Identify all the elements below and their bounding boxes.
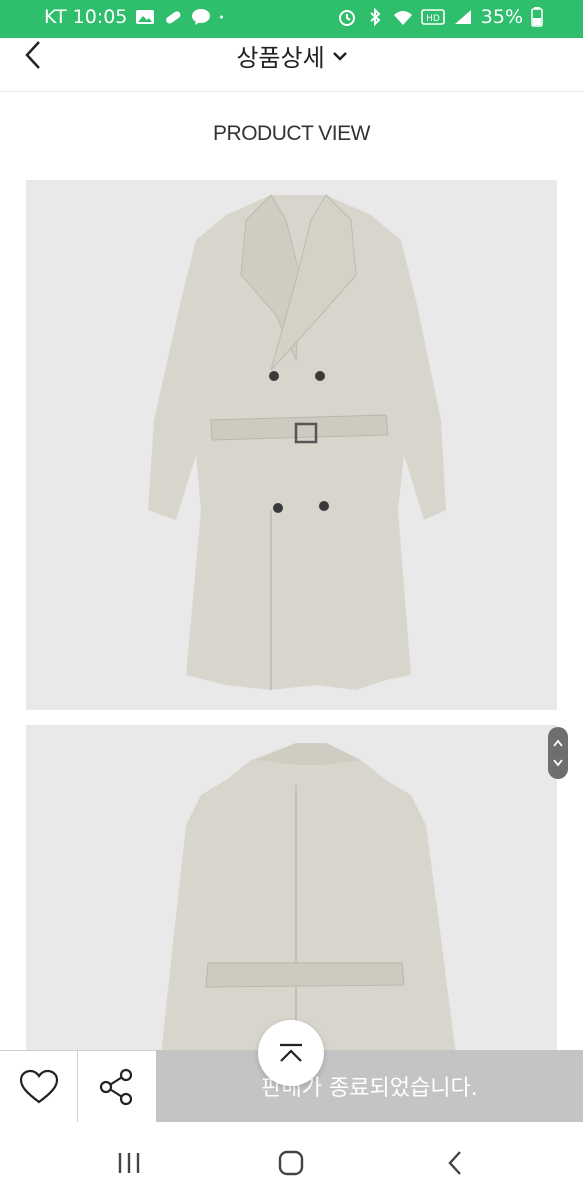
scroll-to-top-button[interactable] (258, 1020, 324, 1086)
system-back-button[interactable] (440, 1148, 470, 1178)
battery-percent: 35% (480, 6, 523, 28)
recents-icon (118, 1153, 140, 1173)
scroll-down-icon (553, 759, 563, 767)
status-bar: KT 10:05 HD 35% (0, 0, 583, 38)
chevron-up-icon (280, 1043, 302, 1062)
kakaotalk-icon (192, 9, 211, 25)
section-label: PRODUCT VIEW (213, 122, 370, 145)
signal-icon (454, 10, 471, 24)
scroll-indicator[interactable] (548, 727, 568, 779)
share-button[interactable] (78, 1050, 156, 1122)
recents-button[interactable] (114, 1148, 144, 1178)
pill-icon (166, 11, 181, 24)
coat-back-image (26, 725, 557, 1055)
wifi-icon (393, 11, 412, 25)
dot-icon (220, 15, 224, 19)
home-icon (278, 1150, 304, 1176)
svg-text:HD: HD (426, 14, 440, 24)
share-icon (99, 1068, 133, 1105)
page-title[interactable]: 상품상세 (0, 38, 583, 73)
battery-icon (531, 7, 543, 27)
coat-front-image (26, 180, 557, 710)
system-nav-bar (0, 1122, 583, 1200)
alarm-icon (338, 10, 355, 26)
hd-icon: HD (420, 9, 445, 25)
like-button[interactable] (0, 1050, 78, 1122)
heart-icon (19, 1069, 58, 1103)
coat-front-drawing (148, 194, 446, 690)
status-left: KT 10:05 (44, 6, 229, 28)
header: 상품상세 (0, 38, 583, 92)
page-title-text: 상품상세 (236, 44, 325, 72)
home-button[interactable] (276, 1148, 306, 1178)
scroll-up-icon (553, 739, 563, 747)
carrier-time: KT 10:05 (44, 6, 128, 28)
sold-out-banner: 판매가 종료되었습니다. (156, 1050, 583, 1122)
chevron-down-icon (332, 51, 347, 61)
gallery-icon (136, 10, 155, 24)
status-right: HD 35% (337, 6, 543, 28)
coat-back-drawing (161, 743, 456, 1055)
back-icon (448, 1151, 461, 1175)
bluetooth-icon (370, 8, 381, 26)
